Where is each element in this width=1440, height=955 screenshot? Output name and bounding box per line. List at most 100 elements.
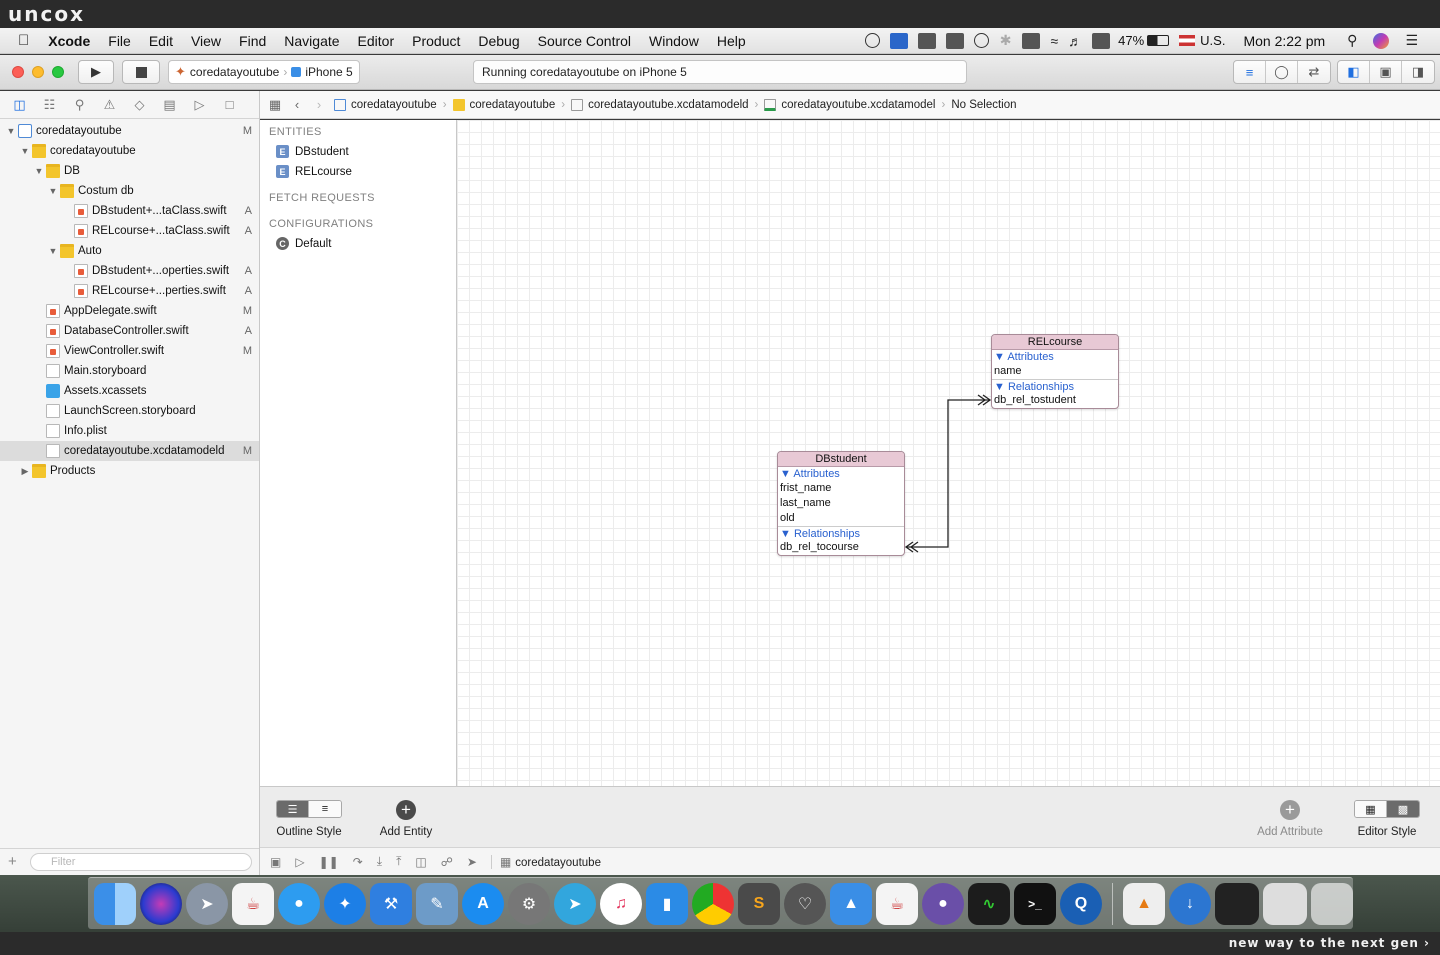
attribute-row[interactable]: frist_name [778,481,904,496]
memory-graph-icon[interactable]: ☍ [441,855,453,869]
instruments-icon[interactable]: ▲ [830,882,872,925]
breakpoint-navigator-tab-icon[interactable]: ▷ [190,97,209,113]
attributes-section[interactable]: ▼ Attributes [992,350,1118,364]
trash-icon[interactable] [1311,882,1353,925]
editor-mode-control[interactable]: ≡ ◯ ⇄ [1233,60,1331,84]
printer-icon[interactable] [945,32,964,49]
k-app-icon[interactable] [917,32,936,49]
itunes-icon[interactable]: ♫ [600,882,642,925]
outline-style-control[interactable]: ☰ ≡ [276,800,342,818]
file-tree-row[interactable]: coredatayoutube.xcdatamodeld M [0,441,259,461]
process-selector[interactable]: ▦ coredatayoutube [490,854,601,869]
apple-menu-icon[interactable]:  [0,32,39,49]
downloads-folder-icon[interactable]: ↓ [1169,882,1211,925]
menu-debug[interactable]: Debug [469,33,528,49]
hide-debug-area-icon[interactable]: ▣ [270,855,281,869]
java-app-icon[interactable]: ☕ [232,882,274,925]
xcode-dock-icon[interactable]: ⚒ [370,882,412,925]
volume-icon[interactable]: ♬ [1068,33,1082,49]
file-tree-row[interactable]: ▼ Costum db [0,181,259,201]
disclosure-open-icon[interactable]: ▼ [20,141,30,161]
assistant-editor-icon[interactable]: ◯ [1266,61,1298,83]
version-editor-icon[interactable]: ⇄ [1298,61,1330,83]
run-button[interactable]: ▶ [78,60,114,84]
siri-dock-icon[interactable] [140,882,182,925]
graph-editor-icon[interactable]: ▩ [1387,801,1419,817]
keyboard-icon[interactable] [1022,32,1041,49]
preview-icon[interactable]: ✎ [416,882,458,925]
relationship-row[interactable]: db_rel_tostudent [992,393,1118,408]
file-tree-row[interactable]: ▼ Auto [0,241,259,261]
bluetooth-icon[interactable]: ✱ [1000,32,1012,49]
file-tree-row[interactable]: DBstudent+...taClass.swift A [0,201,259,221]
toggle-utilities-icon[interactable]: ◨ [1402,61,1434,83]
entity-item-dbstudent[interactable]: E DBstudent [276,145,349,158]
disclosure-open-icon[interactable]: ▼ [34,161,44,181]
issue-navigator-tab-icon[interactable]: ⚠ [100,97,119,113]
scheme-selector[interactable]: ✦ coredatayoutube › iPhone 5 [168,60,360,84]
input-source[interactable]: U.S. [1200,33,1233,48]
sequel-pro-icon[interactable]: ♡ [784,882,826,925]
menu-navigate[interactable]: Navigate [275,33,348,49]
relationships-section[interactable]: ▼ Relationships [778,526,904,540]
spotlight-icon[interactable]: ⚲ [1347,32,1357,49]
debug-navigator-tab-icon[interactable]: ▤ [160,97,179,113]
siri-icon[interactable] [1373,32,1390,49]
add-entity-button[interactable]: + [396,800,416,820]
telegram-icon[interactable]: ➤ [554,882,596,925]
zoom-window-button[interactable] [52,66,64,78]
network-utility-icon[interactable]: ● [922,882,964,925]
entity-item-relcourse[interactable]: E RELcourse [276,165,352,178]
breadcrumb-selection[interactable]: No Selection [947,99,1020,111]
messages-icon[interactable]: ● [278,882,320,925]
test-navigator-tab-icon[interactable]: ◇ [130,97,149,113]
file-tree-row[interactable]: Assets.xcassets [0,381,259,401]
add-file-icon[interactable]: + [8,853,17,870]
disclosure-open-icon[interactable]: ▼ [48,241,58,261]
file-tree-row[interactable]: ▼ coredatayoutube M [0,121,259,141]
menu-edit[interactable]: Edit [140,33,182,49]
pause-icon[interactable]: ❚❚ [319,855,339,869]
breadcrumb-model[interactable]: coredatayoutube.xcdatamodel [760,98,939,111]
menu-app[interactable]: Xcode [39,33,99,49]
file-tree-row[interactable]: ▼ coredatayoutube [0,141,259,161]
related-items-icon[interactable]: ▦ [264,97,286,113]
battery-percent[interactable]: 47% [1115,33,1147,48]
panel-visibility-control[interactable]: ◧ ▣ ◨ [1337,60,1435,84]
file-tree-row[interactable]: RELcourse+...perties.swift A [0,281,259,301]
step-into-icon[interactable]: ⤓ [377,854,382,869]
standard-editor-icon[interactable]: ≡ [1234,61,1266,83]
location-icon[interactable]: ➤ [467,855,477,869]
toggle-debug-area-icon[interactable]: ▣ [1370,61,1402,83]
system-preferences-icon[interactable]: ⚙ [508,882,550,925]
attribute-row[interactable]: old [778,511,904,526]
quicktime-icon[interactable]: Q [1060,882,1102,925]
disclosure-open-icon[interactable]: ▼ [48,181,58,201]
menu-editor[interactable]: Editor [349,33,404,49]
breadcrumb-group[interactable]: coredatayoutube [449,98,560,111]
clock[interactable]: Mon 2:22 pm [1233,33,1339,49]
configuration-item-default[interactable]: C Default [276,237,331,250]
attributes-section[interactable]: ▼ Attributes [778,467,904,481]
download-icon[interactable] [889,32,908,49]
editor-style-control[interactable]: ▦ ▩ [1354,800,1420,818]
breadcrumb-model-bundle[interactable]: coredatayoutube.xcdatamodeld [567,98,752,111]
menu-file[interactable]: File [99,33,140,49]
table-editor-icon[interactable]: ▦ [1355,801,1387,817]
wifi-icon[interactable]: ≈ [1050,33,1058,49]
file-tree-row[interactable]: LaunchScreen.storyboard [0,401,259,421]
file-tree-row[interactable]: RELcourse+...taClass.swift A [0,221,259,241]
close-window-button[interactable] [12,66,24,78]
menu-window[interactable]: Window [640,33,708,49]
safari-icon[interactable]: ✦ [324,882,366,925]
vlc-file-icon[interactable]: ▲ [1123,882,1165,925]
document-thumbnail-icon[interactable] [1263,882,1307,925]
list-style-icon[interactable]: ≡ [309,801,341,817]
view-debugger-icon[interactable]: ◫ [415,855,426,869]
minimize-window-button[interactable] [32,66,44,78]
step-over-icon[interactable]: ↷ [353,855,363,869]
battery-icon[interactable] [1147,35,1170,46]
menu-product[interactable]: Product [403,33,469,49]
breakpoints-toggle-icon[interactable]: ▷ [295,855,304,869]
add-attribute-button[interactable]: + [1280,800,1300,820]
